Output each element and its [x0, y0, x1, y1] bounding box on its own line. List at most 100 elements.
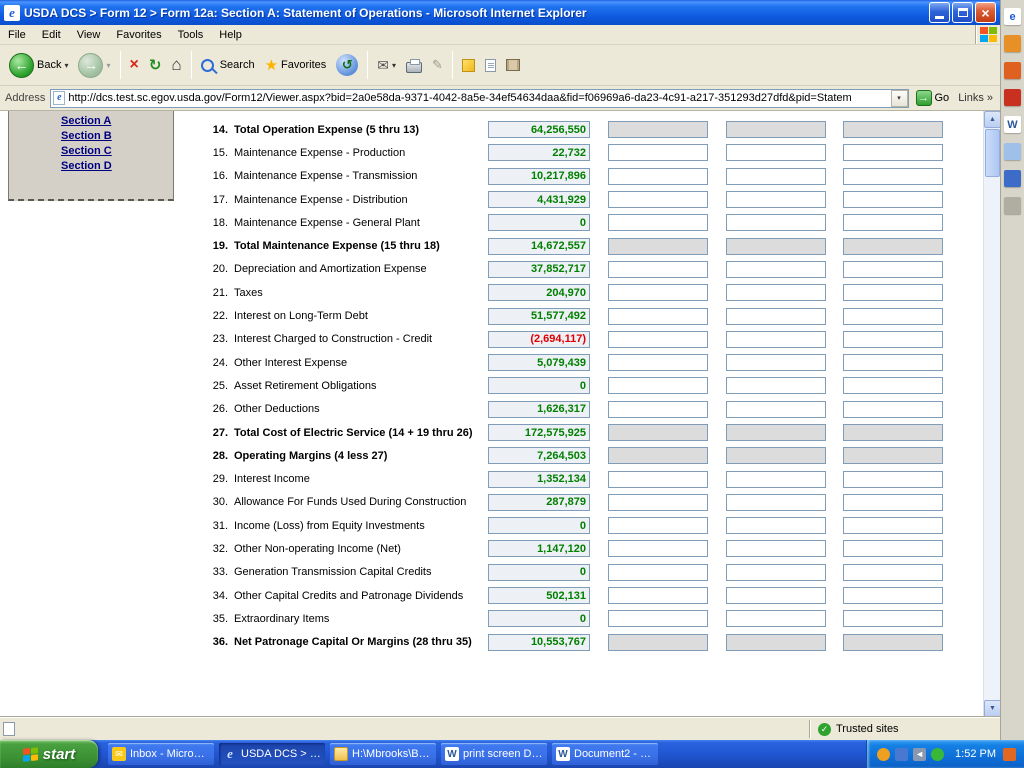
word-shortcut-icon[interactable]: W: [1004, 116, 1021, 133]
row-input-1[interactable]: [608, 168, 708, 185]
close-button[interactable]: [975, 2, 996, 23]
row-input-3[interactable]: [843, 308, 943, 325]
row-input-2[interactable]: [726, 564, 826, 581]
red-app-icon[interactable]: [1004, 89, 1021, 106]
row-input-2[interactable]: [726, 377, 826, 394]
address-input[interactable]: [68, 91, 890, 106]
row-input-2[interactable]: [726, 191, 826, 208]
row-input-2[interactable]: [726, 354, 826, 371]
taskbar-task[interactable]: USDA DCS > For...: [219, 743, 325, 765]
research-button[interactable]: [502, 56, 524, 74]
row-value-field[interactable]: [488, 564, 590, 581]
volume-icon[interactable]: ◄: [913, 748, 926, 761]
row-value-field[interactable]: [488, 214, 590, 231]
refresh-button[interactable]: [145, 53, 166, 77]
orange-app-icon[interactable]: [1004, 35, 1021, 52]
row-input-3[interactable]: [843, 261, 943, 278]
row-input-2[interactable]: [726, 517, 826, 534]
row-input-1[interactable]: [608, 308, 708, 325]
menu-file[interactable]: File: [0, 25, 34, 45]
vertical-scrollbar[interactable]: [983, 111, 1000, 717]
row-value-field[interactable]: [488, 540, 590, 557]
tray-app-icon[interactable]: [1003, 748, 1016, 761]
row-input-1[interactable]: [608, 471, 708, 488]
row-input-3[interactable]: [843, 564, 943, 581]
row-input-3[interactable]: [843, 191, 943, 208]
row-value-field[interactable]: [488, 494, 590, 511]
row-input-2[interactable]: [726, 471, 826, 488]
messenger-alert-icon[interactable]: [877, 748, 890, 761]
row-input-3[interactable]: [843, 587, 943, 604]
row-input-3[interactable]: [843, 168, 943, 185]
row-value-field[interactable]: [488, 610, 590, 627]
row-input-3[interactable]: [843, 401, 943, 418]
row-input-1[interactable]: [608, 494, 708, 511]
row-value-field[interactable]: [488, 401, 590, 418]
row-input-2[interactable]: [726, 214, 826, 231]
row-input-1[interactable]: [608, 540, 708, 557]
scroll-down-button[interactable]: [984, 700, 1000, 717]
row-input-3[interactable]: [843, 540, 943, 557]
row-input-1[interactable]: [608, 331, 708, 348]
row-value-field[interactable]: [488, 168, 590, 185]
taskbar-task[interactable]: Inbox - Microsoft ...: [108, 743, 214, 765]
row-input-3[interactable]: [843, 284, 943, 301]
stop-button[interactable]: [126, 53, 143, 77]
row-input-2[interactable]: [726, 168, 826, 185]
menu-edit[interactable]: Edit: [34, 25, 69, 45]
row-input-1[interactable]: [608, 191, 708, 208]
row-input-3[interactable]: [843, 331, 943, 348]
row-input-1[interactable]: [608, 377, 708, 394]
row-input-2[interactable]: [726, 540, 826, 557]
restore-button[interactable]: [952, 2, 973, 23]
row-input-2[interactable]: [726, 610, 826, 627]
back-button[interactable]: Back: [5, 50, 72, 81]
row-value-field[interactable]: [488, 634, 590, 651]
row-input-1[interactable]: [608, 610, 708, 627]
menu-favorites[interactable]: Favorites: [108, 25, 169, 45]
start-button[interactable]: start: [0, 740, 98, 768]
row-value-field[interactable]: [488, 471, 590, 488]
blue-app-icon[interactable]: [1004, 170, 1021, 187]
row-input-3[interactable]: [843, 517, 943, 534]
security-shield-icon[interactable]: [895, 748, 908, 761]
row-input-3[interactable]: [843, 471, 943, 488]
row-value-field[interactable]: [488, 121, 590, 138]
menu-tools[interactable]: Tools: [170, 25, 212, 45]
row-input-1[interactable]: [608, 284, 708, 301]
row-input-1[interactable]: [608, 261, 708, 278]
forward-button[interactable]: [74, 50, 114, 81]
links-button[interactable]: Links: [956, 92, 995, 104]
row-input-2[interactable]: [726, 587, 826, 604]
row-input-1[interactable]: [608, 564, 708, 581]
network-status-icon[interactable]: [931, 748, 944, 761]
address-dropdown-button[interactable]: [891, 90, 908, 107]
row-input-3[interactable]: [843, 144, 943, 161]
window-app-icon[interactable]: [1004, 143, 1021, 160]
row-value-field[interactable]: [488, 191, 590, 208]
print-button[interactable]: [402, 55, 426, 76]
orange-red-app-icon[interactable]: [1004, 62, 1021, 79]
row-input-3[interactable]: [843, 354, 943, 371]
mail-button[interactable]: [373, 54, 400, 77]
row-input-2[interactable]: [726, 401, 826, 418]
scrollbar-thumb[interactable]: [985, 129, 1000, 177]
go-button[interactable]: Go: [914, 89, 952, 107]
row-value-field[interactable]: [488, 308, 590, 325]
row-input-2[interactable]: [726, 284, 826, 301]
document-button[interactable]: [481, 56, 500, 75]
row-input-1[interactable]: [608, 401, 708, 418]
menu-view[interactable]: View: [69, 25, 109, 45]
row-value-field[interactable]: [488, 447, 590, 464]
row-value-field[interactable]: [488, 424, 590, 441]
menu-help[interactable]: Help: [211, 25, 250, 45]
history-button[interactable]: [332, 51, 362, 79]
row-input-3[interactable]: [843, 610, 943, 627]
minimize-button[interactable]: [929, 2, 950, 23]
search-button[interactable]: Search: [197, 56, 259, 75]
edit-button[interactable]: [428, 54, 447, 76]
row-input-2[interactable]: [726, 144, 826, 161]
row-input-3[interactable]: [843, 214, 943, 231]
row-input-1[interactable]: [608, 354, 708, 371]
taskbar-clock[interactable]: 1:52 PM: [955, 748, 996, 760]
